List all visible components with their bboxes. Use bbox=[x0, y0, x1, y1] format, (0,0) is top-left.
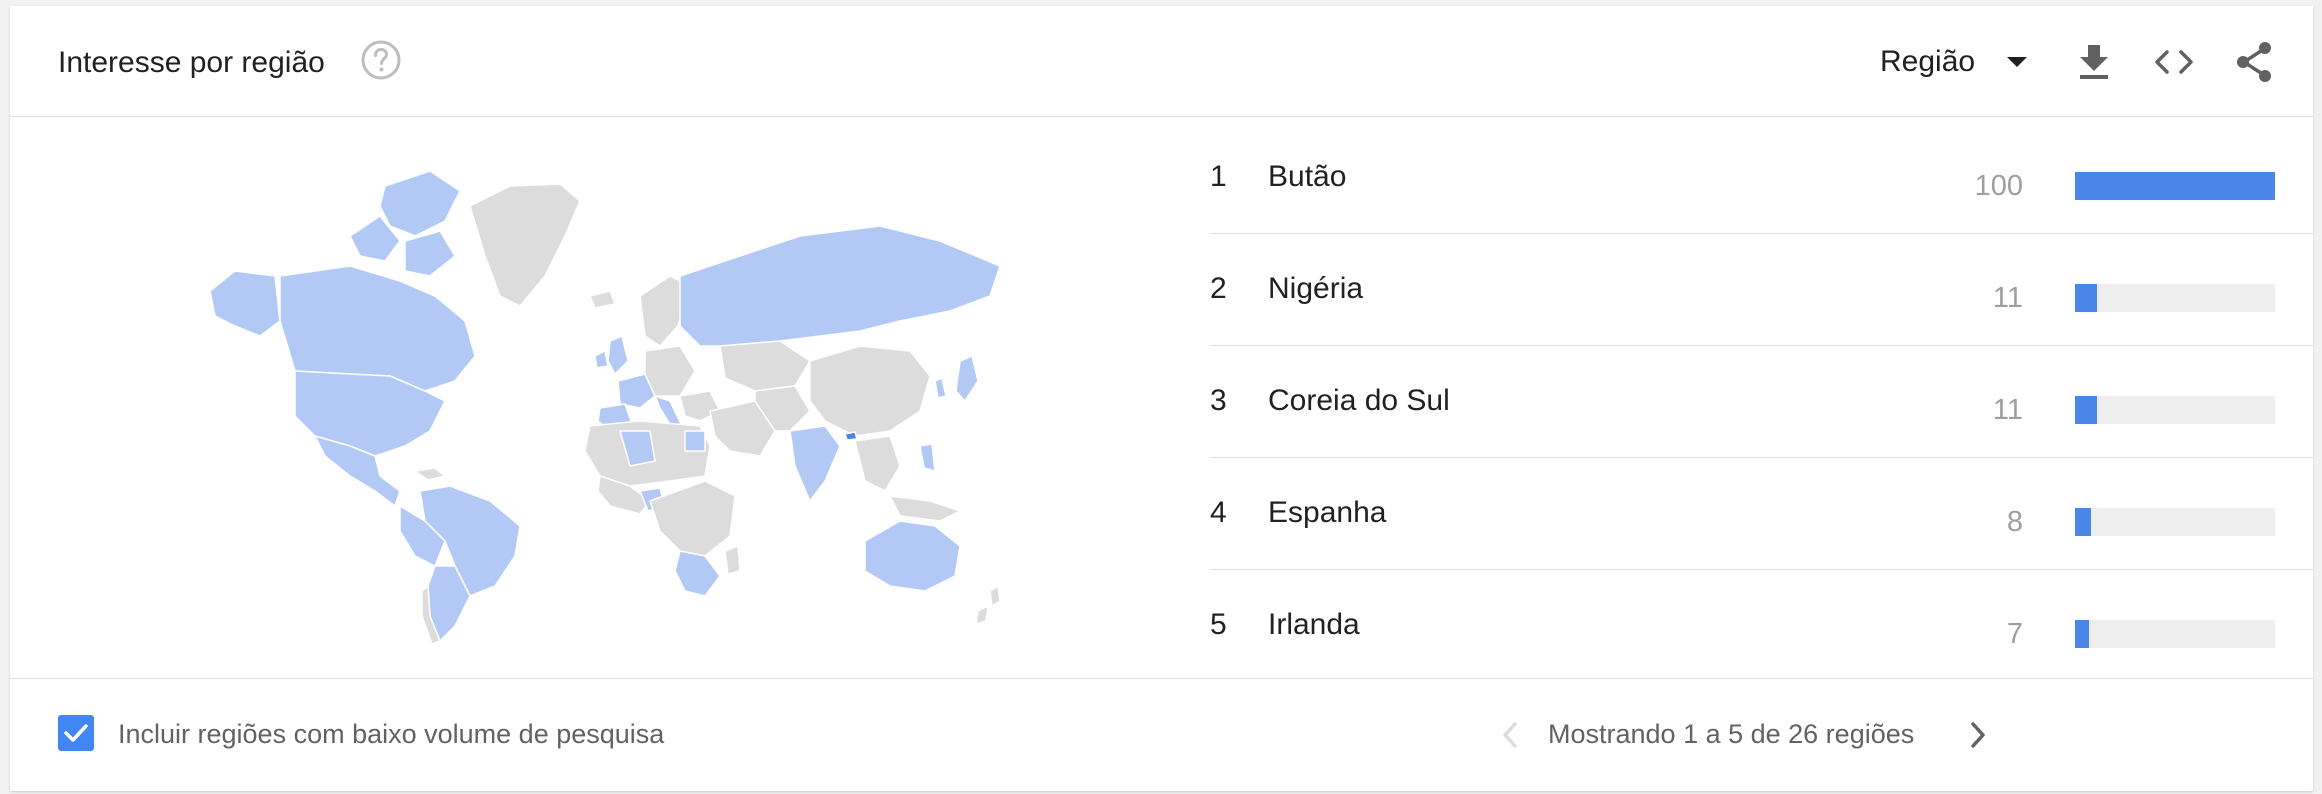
region-bar-fill bbox=[2075, 620, 2089, 648]
region-ranking-list: 1 Butão 100 2 Nigéria 11 3 Coreia do Sul 11 4 Espa… bbox=[1210, 122, 2313, 682]
card-footer: Incluir regiões com baixo volume de pesq… bbox=[10, 678, 2313, 791]
region-select[interactable]: Região bbox=[1880, 30, 2029, 94]
map-region-central-africa bbox=[649, 480, 736, 557]
region-row[interactable]: 2 Nigéria 11 bbox=[1210, 234, 2313, 346]
map-region-kazakhstan bbox=[719, 340, 811, 392]
map-region-ireland bbox=[594, 350, 609, 369]
map-region-russia bbox=[679, 225, 1001, 347]
region-row[interactable]: 5 Irlanda 7 bbox=[1210, 570, 2313, 682]
region-rank: 4 bbox=[1210, 496, 1227, 529]
map-region-south-korea bbox=[934, 377, 947, 399]
low-volume-checkbox-label[interactable]: Incluir regiões com baixo volume de pesq… bbox=[118, 719, 664, 750]
map-region-india bbox=[789, 425, 841, 502]
interest-by-region-card: Interesse por região Região 1 Butão 100 … bbox=[10, 6, 2313, 791]
pager-previous-button[interactable] bbox=[1490, 715, 1530, 755]
region-bar-fill bbox=[2075, 284, 2097, 312]
region-rank: 5 bbox=[1210, 608, 1227, 641]
pager-status: Mostrando 1 a 5 de 26 regiões bbox=[1548, 719, 1915, 749]
region-bar-track bbox=[2075, 396, 2275, 424]
world-map[interactable] bbox=[200, 146, 1010, 646]
map-region-australia bbox=[864, 520, 961, 592]
region-select-value: Região bbox=[1880, 45, 1976, 78]
region-name[interactable]: Coreia do Sul bbox=[1268, 384, 1450, 418]
checkmark-icon bbox=[64, 724, 88, 742]
map-region-central-europe bbox=[644, 345, 696, 397]
card-title: Interesse por região bbox=[58, 46, 325, 79]
download-icon bbox=[2080, 45, 2108, 79]
download-button[interactable] bbox=[2072, 40, 2116, 84]
region-value: 8 bbox=[2006, 506, 2023, 538]
region-bar-fill bbox=[2075, 396, 2097, 424]
map-region-bhutan bbox=[844, 431, 858, 441]
low-volume-checkbox[interactable] bbox=[58, 715, 94, 751]
card-header: Interesse por região Região bbox=[10, 6, 2313, 117]
region-name[interactable]: Butão bbox=[1268, 160, 1346, 194]
caret-down-icon bbox=[2007, 57, 2028, 67]
map-region-philippines bbox=[919, 443, 936, 472]
map-region-uk bbox=[607, 335, 629, 375]
embed-code-icon bbox=[2155, 50, 2193, 74]
region-rank: 3 bbox=[1210, 384, 1227, 417]
chevron-left-icon bbox=[1503, 722, 1517, 748]
region-name[interactable]: Nigéria bbox=[1268, 272, 1363, 306]
help-circle-icon[interactable] bbox=[360, 39, 402, 81]
region-value: 11 bbox=[1992, 282, 2023, 314]
region-name[interactable]: Espanha bbox=[1268, 496, 1386, 530]
map-region-south-africa bbox=[674, 550, 721, 597]
region-value: 7 bbox=[2006, 618, 2023, 650]
region-name[interactable]: Irlanda bbox=[1268, 608, 1360, 642]
share-button[interactable] bbox=[2232, 40, 2276, 84]
map-region-canada-north bbox=[379, 170, 461, 237]
region-row[interactable]: 3 Coreia do Sul 11 bbox=[1210, 346, 2313, 458]
share-icon bbox=[2237, 42, 2271, 82]
region-bar-track bbox=[2075, 284, 2275, 312]
embed-code-button[interactable] bbox=[2152, 40, 2196, 84]
map-region-greenland bbox=[469, 183, 581, 307]
region-rank: 2 bbox=[1210, 272, 1227, 305]
map-region-alaska bbox=[209, 270, 281, 337]
region-row[interactable]: 4 Espanha 8 bbox=[1210, 458, 2313, 570]
region-bar-track bbox=[2075, 620, 2275, 648]
region-rank: 1 bbox=[1210, 160, 1227, 193]
map-region-china bbox=[809, 345, 931, 437]
map-region-japan bbox=[955, 355, 979, 402]
region-bar-fill bbox=[2075, 508, 2091, 536]
region-row[interactable]: 1 Butão 100 bbox=[1210, 122, 2313, 234]
region-value: 100 bbox=[1974, 170, 2023, 202]
chevron-right-icon bbox=[1971, 722, 1985, 748]
region-bar-fill bbox=[2075, 172, 2275, 200]
map-region-egypt bbox=[684, 430, 706, 452]
region-value: 11 bbox=[1992, 394, 2023, 426]
pager-next-button[interactable] bbox=[1958, 715, 1998, 755]
region-bar-track bbox=[2075, 508, 2275, 536]
region-bar-track bbox=[2075, 172, 2275, 200]
